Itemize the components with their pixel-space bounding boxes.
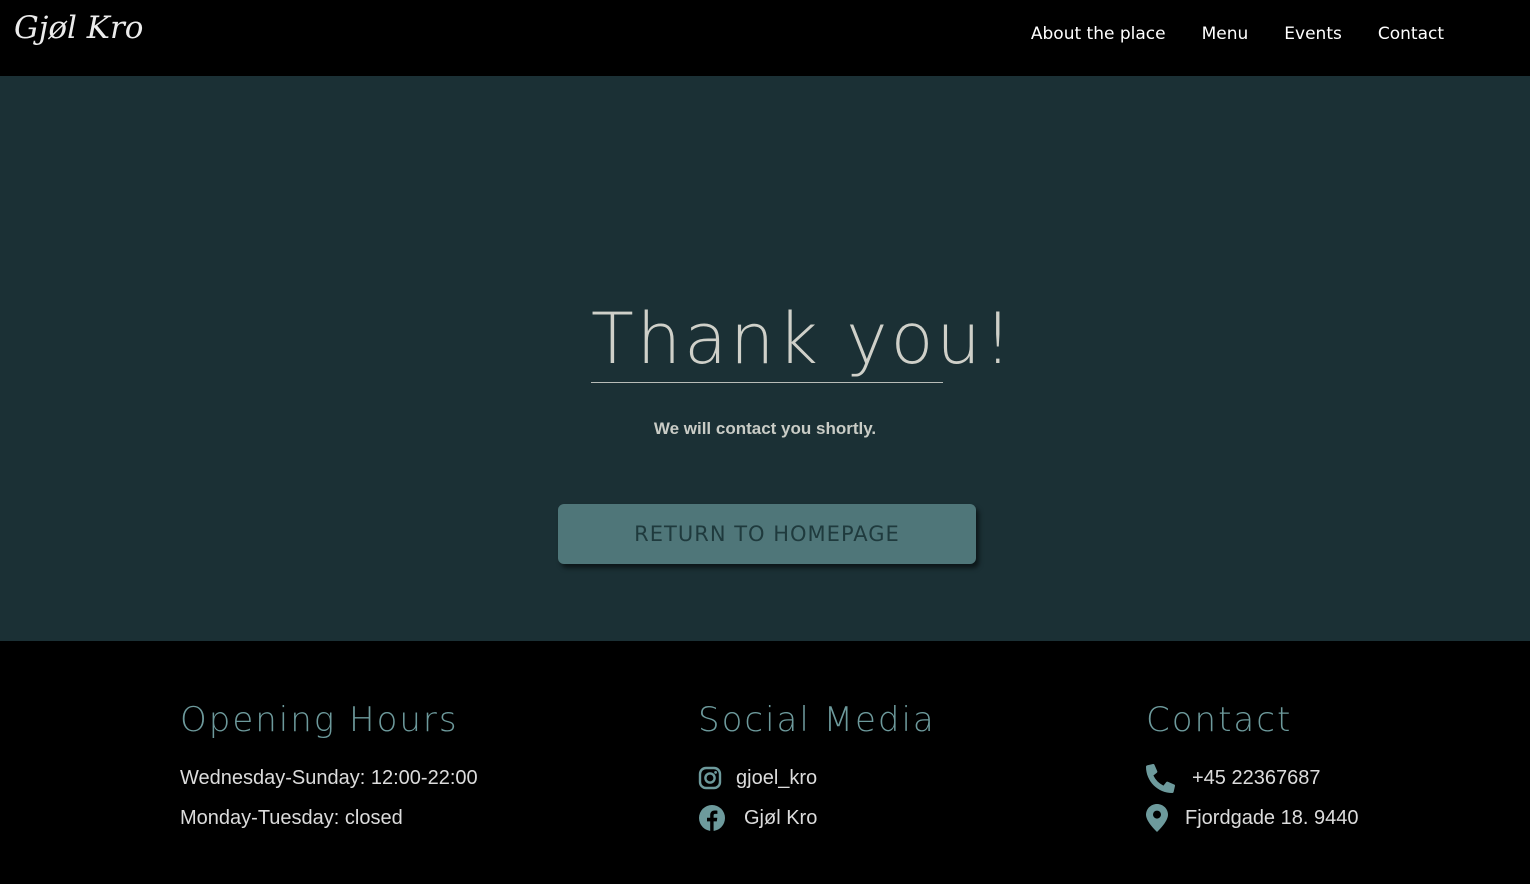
instagram-handle[interactable]: gjoel_kro	[736, 767, 817, 790]
opening-hours-title: Opening Hours	[180, 700, 459, 740]
facebook-page-name[interactable]: Gjøl Kro	[744, 807, 817, 830]
confirmation-message: We will contact you shortly.	[653, 419, 877, 438]
contact-section: Contact +45 22367687 Fjordgade 18. 9440	[1146, 698, 1358, 838]
hours-line: Monday-Tuesday: closed	[180, 806, 403, 829]
page-title: Thank you!	[591, 298, 1015, 380]
hours-line: Wednesday-Sunday: 12:00-22:00	[180, 766, 478, 789]
hero-section: Thank you! We will contact you shortly. …	[0, 76, 1530, 641]
instagram-link-row[interactable]: gjoel_kro	[698, 758, 936, 798]
return-to-homepage-button[interactable]: RETURN TO HOMEPAGE	[558, 504, 976, 564]
nav-links: About the place Menu Events Contact	[1031, 24, 1444, 44]
address-row: Fjordgade 18. 9440	[1146, 798, 1358, 838]
nav-link-about[interactable]: About the place	[1031, 24, 1166, 44]
navbar: Gjøl Kro About the place Menu Events Con…	[0, 0, 1530, 76]
social-media-section: Social Media gjoel_kro Gjøl Kro	[698, 698, 936, 838]
opening-hours-section: Opening Hours Wednesday-Sunday: 12:00-22…	[180, 698, 478, 838]
phone-number[interactable]: +45 22367687	[1192, 767, 1320, 790]
address-text: Fjordgade 18. 9440	[1185, 806, 1359, 829]
footer: Opening Hours Wednesday-Sunday: 12:00-22…	[0, 641, 1530, 884]
phone-row[interactable]: +45 22367687	[1146, 758, 1358, 798]
nav-link-events[interactable]: Events	[1284, 24, 1342, 44]
location-pin-icon	[1146, 804, 1168, 832]
phone-icon	[1146, 763, 1175, 793]
heading-underline: Thank you!	[591, 296, 1015, 383]
contact-title: Contact	[1146, 700, 1293, 740]
nav-link-contact[interactable]: Contact	[1378, 24, 1444, 44]
facebook-icon	[698, 804, 726, 832]
nav-link-menu[interactable]: Menu	[1202, 24, 1249, 44]
logo[interactable]: Gjøl Kro	[14, 10, 143, 46]
facebook-link-row[interactable]: Gjøl Kro	[698, 798, 936, 838]
social-media-title: Social Media	[698, 700, 936, 740]
instagram-icon	[698, 766, 722, 790]
